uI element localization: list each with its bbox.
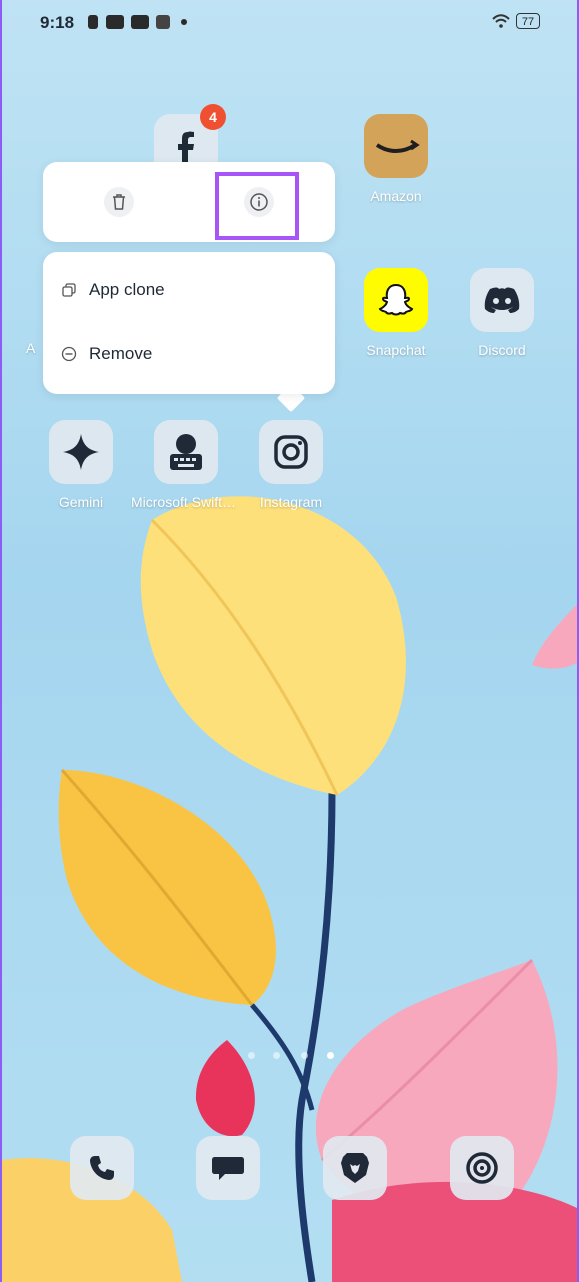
app-label: Snapchat bbox=[366, 342, 426, 358]
page-dot bbox=[248, 1052, 255, 1059]
app-notification-icon bbox=[156, 15, 170, 29]
notification-badge: 4 bbox=[200, 104, 226, 130]
dock-messages[interactable] bbox=[196, 1136, 260, 1200]
youtube-icon bbox=[106, 15, 124, 29]
menu-item-app-clone[interactable]: App clone bbox=[43, 262, 335, 318]
dock-brave[interactable] bbox=[323, 1136, 387, 1200]
app-label: Microsoft SwiftKey bbox=[131, 494, 241, 510]
more-notifications-icon bbox=[181, 19, 187, 25]
snapchat-icon bbox=[364, 268, 428, 332]
battery-indicator: 77 bbox=[516, 13, 540, 29]
page-dot bbox=[273, 1052, 280, 1059]
swiftkey-icon bbox=[154, 420, 218, 484]
brave-icon bbox=[341, 1153, 369, 1183]
remove-icon bbox=[61, 346, 77, 362]
phone-icon bbox=[90, 1156, 114, 1180]
page-dot bbox=[301, 1052, 308, 1059]
app-label: Amazon bbox=[370, 188, 422, 204]
page-dot-active bbox=[327, 1052, 334, 1059]
clone-icon bbox=[61, 282, 77, 298]
dock-phone[interactable] bbox=[70, 1136, 134, 1200]
youtube-icon bbox=[131, 15, 149, 29]
app-discord[interactable]: Discord bbox=[447, 268, 557, 358]
app-microsoft-swiftkey[interactable]: Microsoft SwiftKey bbox=[131, 420, 241, 510]
messages-icon bbox=[212, 1157, 244, 1180]
app-instagram[interactable]: Instagram bbox=[236, 420, 346, 510]
app-gemini[interactable]: Gemini bbox=[26, 420, 136, 510]
status-time: 9:18 bbox=[40, 13, 75, 32]
status-bar: 9:18 77 bbox=[2, 0, 577, 48]
app-label: Discord bbox=[478, 342, 526, 358]
app-label: Instagram bbox=[259, 494, 323, 510]
trash-icon bbox=[113, 194, 125, 210]
notification-icon bbox=[88, 15, 98, 29]
app-context-menu: App clone Remove bbox=[43, 252, 335, 394]
page-indicator[interactable] bbox=[248, 1052, 338, 1062]
wifi-icon bbox=[492, 14, 510, 28]
app-label: Gemini bbox=[58, 494, 104, 510]
menu-item-label: Remove bbox=[89, 344, 153, 363]
gemini-icon bbox=[49, 420, 113, 484]
instagram-icon bbox=[259, 420, 323, 484]
amazon-icon bbox=[364, 114, 428, 178]
uninstall-button[interactable] bbox=[104, 187, 134, 217]
camera-icon bbox=[466, 1152, 498, 1184]
highlight-box bbox=[215, 172, 299, 240]
menu-item-label: App clone bbox=[89, 280, 165, 299]
menu-item-remove[interactable]: Remove bbox=[43, 326, 335, 382]
app-amazon[interactable]: Amazon bbox=[341, 114, 451, 204]
app-snapchat[interactable]: Snapchat bbox=[341, 268, 451, 358]
home-screen: 9:18 77 4 Amazon A Snapchat Discord Gemi… bbox=[0, 0, 579, 1282]
dock-camera[interactable] bbox=[450, 1136, 514, 1200]
discord-icon bbox=[470, 268, 534, 332]
